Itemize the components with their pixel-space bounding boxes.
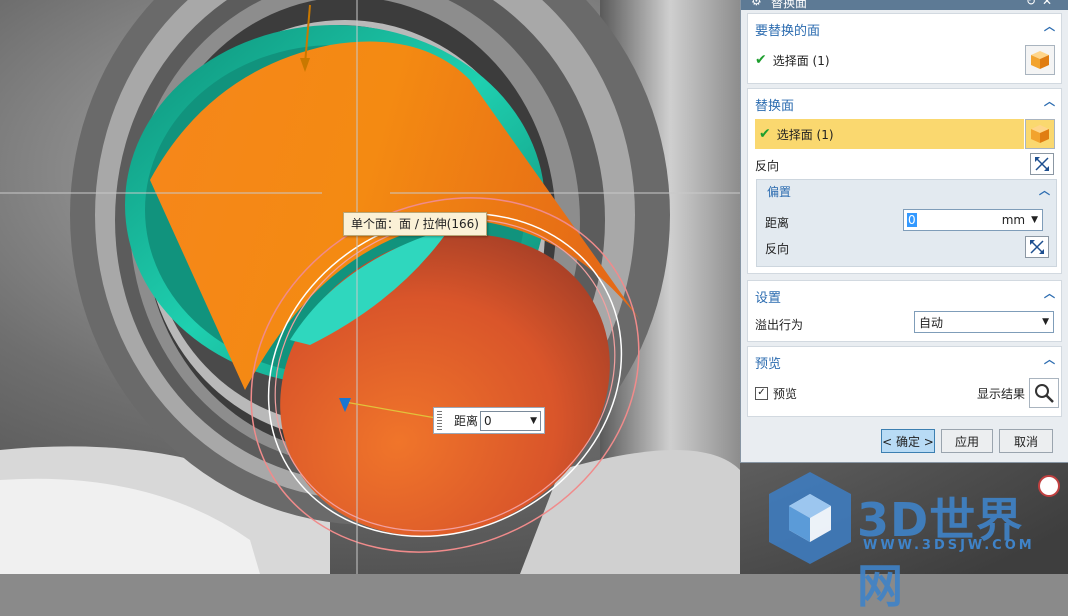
drag-grip-icon[interactable] [437, 410, 442, 431]
dialog-titlebar: ⚙ 替换面 ↻✕ [741, 0, 1068, 10]
preview-checkbox[interactable]: ✓ [755, 386, 768, 400]
overflow-select[interactable]: 自动 ▼ [914, 311, 1054, 333]
reverse-label: 反向 [755, 158, 780, 173]
reverse-arrows-icon [1035, 157, 1049, 171]
settings-group: 设置 ︿ 溢出行为 自动 ▼ [747, 280, 1062, 342]
window-controls-icon[interactable]: ↻✕ [1026, 0, 1058, 8]
dialog-title: 替换面 [771, 0, 808, 10]
chevron-down-icon[interactable]: ▼ [530, 416, 537, 426]
watermark-url: WWW.3DSJW.COM [863, 538, 1035, 553]
distance-combo[interactable]: 0 ▼ [480, 410, 542, 431]
offset-unit: mm [1001, 213, 1026, 227]
distance-label: 距离 [454, 414, 479, 428]
offset-reverse-label: 反向 [765, 241, 790, 256]
collapse-icon[interactable]: ︿ [1044, 285, 1055, 301]
offset-distance-label: 距离 [765, 215, 790, 230]
reverse-direction-button[interactable] [1030, 153, 1054, 175]
show-result-label: 显示结果 [976, 387, 1025, 401]
offset-reverse-row: 反向 [765, 238, 1049, 258]
collapse-icon[interactable]: ︿ [1044, 93, 1055, 109]
collapse-icon[interactable]: ︿ [1044, 18, 1055, 34]
cube-select-icon [1031, 125, 1049, 143]
face-to-replace-header[interactable]: 要替换的面 [755, 20, 820, 39]
preview-label: 预览 [773, 386, 798, 401]
chevron-down-icon[interactable]: ▼ [1031, 215, 1038, 225]
select-replacement-face-button[interactable] [1025, 119, 1055, 149]
face-to-replace-selection: 选择面 (1) [772, 53, 830, 68]
ok-button[interactable]: < 确定 > [881, 429, 935, 453]
cube-logo-icon [769, 472, 851, 564]
gear-icon[interactable]: ⚙ [751, 0, 762, 8]
replacement-face-row[interactable]: ✔ 选择面 (1) [755, 119, 1024, 149]
replacement-face-selection: 选择面 (1) [776, 127, 834, 142]
distance-value: 0 [484, 413, 492, 428]
overflow-value: 自动 [919, 315, 944, 330]
face-to-replace-row[interactable]: ✔ 选择面 (1) [755, 50, 1054, 70]
replacement-face-group: 替换面 ︿ ✔ 选择面 (1) 反向 偏置 ︿ 距离 0 mm ▼ 反向 [747, 88, 1062, 274]
magnifier-icon [1035, 384, 1054, 403]
face-tooltip: 单个面：面 / 拉伸(166) [343, 212, 487, 236]
preview-header[interactable]: 预览 [755, 353, 781, 372]
select-face-button[interactable] [1025, 45, 1055, 75]
chevron-down-icon[interactable]: ▼ [1042, 317, 1049, 327]
settings-header[interactable]: 设置 [755, 287, 781, 306]
face-to-replace-group: 要替换的面 ︿ ✔ 选择面 (1) [747, 13, 1062, 84]
collapse-icon[interactable]: ︿ [1039, 182, 1050, 198]
replacement-face-header[interactable]: 替换面 [755, 95, 794, 114]
preview-group: 预览 ︿ ✓ 预览 显示结果 [747, 346, 1062, 417]
offset-distance-value: 0 [907, 213, 917, 227]
cube-select-icon [1031, 51, 1049, 69]
apply-button[interactable]: 应用 [941, 429, 993, 453]
reverse-arrows-icon [1030, 240, 1044, 254]
replace-face-dialog: ⚙ 替换面 ↻✕ 要替换的面 ︿ ✔ 选择面 (1) 替换面 ︿ ✔ 选择面 (… [740, 0, 1068, 463]
offset-reverse-button[interactable] [1025, 236, 1049, 258]
checkmark-icon: ✔ [759, 126, 771, 142]
watermark: 3D世界网 WWW.3DSJW.COM [765, 468, 1065, 613]
offset-distance-input[interactable]: 0 mm ▼ [903, 209, 1043, 231]
collapse-icon[interactable]: ︿ [1044, 351, 1055, 367]
reverse-row: 反向 [755, 155, 1054, 175]
on-screen-distance-input[interactable]: 距离 0 ▼ [433, 407, 545, 434]
offset-header[interactable]: 偏置 [767, 183, 791, 200]
offset-subgroup: 偏置 ︿ 距离 0 mm ▼ 反向 [756, 179, 1057, 267]
cancel-button[interactable]: 取消 [999, 429, 1053, 453]
show-result-button[interactable] [1029, 378, 1059, 408]
overflow-label: 溢出行为 [755, 317, 804, 332]
checkmark-icon: ✔ [755, 52, 767, 68]
